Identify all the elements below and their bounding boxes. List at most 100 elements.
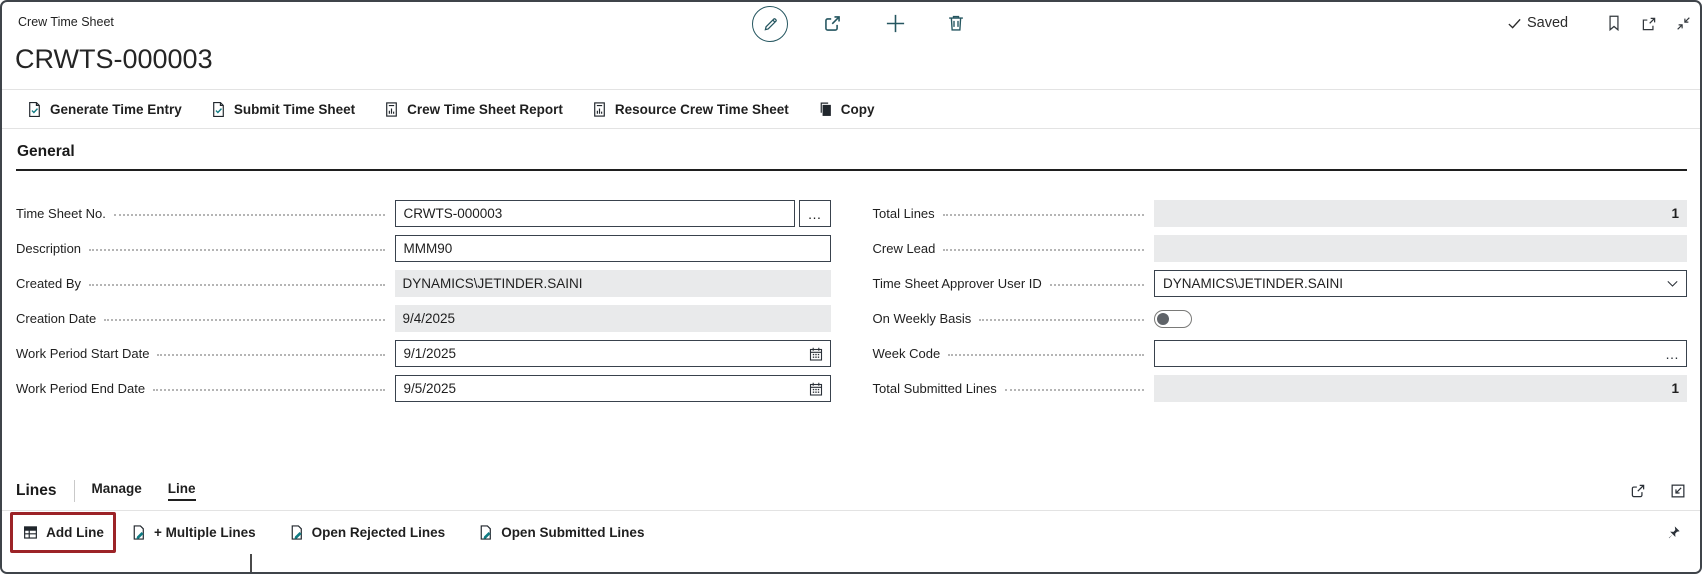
open-submitted-lines-button[interactable]: Open Submitted Lines xyxy=(477,524,644,541)
dotted-leader xyxy=(89,248,385,251)
page-edit-icon xyxy=(133,525,144,540)
field-time-sheet-no: Time Sheet No. … xyxy=(16,200,831,227)
bookmark-icon[interactable] xyxy=(1605,14,1623,32)
chevron-down-icon[interactable] xyxy=(1660,276,1684,291)
tab-line[interactable]: Line xyxy=(167,481,196,501)
on-weekly-basis-toggle[interactable] xyxy=(1154,309,1192,328)
field-time-sheet-approver-user-id: Time Sheet Approver User ID xyxy=(872,270,1687,297)
total-submitted-lines-value: 1 xyxy=(1154,375,1687,402)
dotted-leader xyxy=(113,213,385,216)
action-label: Crew Time Sheet Report xyxy=(407,101,563,117)
add-line-button[interactable]: Add Line xyxy=(10,512,116,553)
dotted-leader xyxy=(942,213,1144,216)
lines-part-header: Lines Manage Line xyxy=(16,478,1687,504)
field-creation-date: Creation Date 9/4/2025 xyxy=(16,305,831,332)
open-window-icon[interactable] xyxy=(1640,15,1658,33)
field-label: Created By xyxy=(16,276,82,291)
edit-pencil-icon[interactable] xyxy=(752,6,788,42)
work-period-start-date-input[interactable] xyxy=(395,341,804,366)
general-fields: Time Sheet No. … Description Created By … xyxy=(16,200,1687,402)
dotted-leader xyxy=(153,388,385,391)
new-plus-icon[interactable] xyxy=(884,12,907,35)
general-right-column: Total Lines 1 Crew Lead Time Sheet Appro… xyxy=(872,200,1688,402)
field-on-weekly-basis: On Weekly Basis xyxy=(873,305,1688,332)
field-created-by: Created By DYNAMICS\JETINDER.SAINI xyxy=(16,270,831,297)
field-crew-lead: Crew Lead xyxy=(873,235,1687,262)
field-label: Work Period Start Date xyxy=(16,346,150,361)
time-sheet-no-input[interactable] xyxy=(394,200,795,227)
field-total-submitted-lines: Total Submitted Lines 1 xyxy=(872,375,1687,402)
delete-trash-icon[interactable] xyxy=(946,13,966,33)
pin-icon[interactable] xyxy=(1665,524,1682,541)
document-check-icon xyxy=(212,101,224,117)
field-label: Time Sheet No. xyxy=(16,206,106,221)
page-edit-icon xyxy=(480,525,492,540)
toggle-knob xyxy=(1157,312,1169,325)
created-by-value: DYNAMICS\JETINDER.SAINI xyxy=(394,270,831,297)
action-label: Open Rejected Lines xyxy=(311,525,446,540)
assist-ellipsis-icon[interactable]: … xyxy=(798,200,831,227)
crew-lead-value xyxy=(1154,235,1687,262)
field-description: Description xyxy=(16,235,831,262)
calendar-icon[interactable] xyxy=(804,381,828,397)
share-icon[interactable] xyxy=(1629,482,1647,500)
dotted-leader xyxy=(89,283,385,286)
action-label: Copy xyxy=(840,101,875,117)
action-label: Generate Time Entry xyxy=(50,101,182,117)
share-icon[interactable] xyxy=(822,13,843,34)
saved-check-icon xyxy=(1508,18,1521,29)
total-lines-value: 1 xyxy=(1154,200,1687,227)
field-label: Total Submitted Lines xyxy=(872,381,997,396)
work-period-end-date-input[interactable] xyxy=(395,376,804,401)
time-sheet-approver-input[interactable] xyxy=(1155,271,1660,296)
field-label: Time Sheet Approver User ID xyxy=(872,276,1042,291)
field-label: Total Lines xyxy=(872,206,935,221)
page-edit-icon xyxy=(291,525,302,540)
field-work-period-end-date: Work Period End Date xyxy=(16,375,831,402)
multiple-lines-button[interactable]: + Multiple Lines xyxy=(130,524,256,541)
crew-time-sheet-window: Crew Time Sheet CRWTS-000003 Saved Gener… xyxy=(0,0,1702,574)
dotted-leader xyxy=(943,248,1144,251)
open-rejected-lines-button[interactable]: Open Rejected Lines xyxy=(288,524,446,541)
tab-manage[interactable]: Manage xyxy=(91,481,141,501)
field-label: Description xyxy=(16,241,82,256)
command-bar: Generate Time Entry Submit Time Sheet Cr… xyxy=(2,90,1700,129)
crew-time-sheet-report-button[interactable]: Crew Time Sheet Report xyxy=(383,101,563,118)
action-label: Submit Time Sheet xyxy=(233,101,356,117)
general-section-heading[interactable]: General xyxy=(17,143,75,161)
field-total-lines: Total Lines 1 xyxy=(872,200,1687,227)
lines-grid-area[interactable] xyxy=(2,554,1700,572)
copy-button[interactable]: Copy xyxy=(817,101,875,118)
resource-crew-time-sheet-button[interactable]: Resource Crew Time Sheet xyxy=(591,101,789,118)
collapse-icon[interactable] xyxy=(1675,15,1692,32)
breadcrumb: Crew Time Sheet xyxy=(18,15,114,29)
lines-action-bar: + Multiple Lines Open Rejected Lines Ope… xyxy=(2,510,1700,554)
save-status: Saved xyxy=(1507,15,1568,31)
calendar-icon[interactable] xyxy=(804,346,828,362)
copy-icon xyxy=(820,102,831,116)
week-code-input[interactable] xyxy=(1155,341,1660,366)
dotted-leader xyxy=(1004,388,1144,391)
assist-ellipsis-icon[interactable]: … xyxy=(1660,346,1684,362)
dotted-leader xyxy=(979,318,1144,321)
action-label: + Multiple Lines xyxy=(154,525,256,540)
dotted-leader xyxy=(104,318,385,321)
tab-divider xyxy=(74,480,76,502)
expand-icon[interactable] xyxy=(1669,482,1687,500)
report-icon xyxy=(594,101,605,117)
generate-time-entry-button[interactable]: Generate Time Entry xyxy=(26,101,182,118)
save-status-label: Saved xyxy=(1527,15,1569,31)
field-label: On Weekly Basis xyxy=(872,311,972,326)
description-input[interactable] xyxy=(394,235,831,262)
field-work-period-start-date: Work Period Start Date xyxy=(16,340,831,367)
dotted-leader xyxy=(1049,283,1144,286)
page-title: CRWTS-000003 xyxy=(15,44,213,74)
field-label: Creation Date xyxy=(16,311,97,326)
dotted-leader xyxy=(948,353,1144,356)
field-label: Work Period End Date xyxy=(16,381,146,396)
lines-heading[interactable]: Lines xyxy=(16,482,56,500)
grid-column-divider xyxy=(250,554,252,572)
add-line-grid-icon xyxy=(24,526,38,539)
document-check-icon xyxy=(29,101,40,117)
submit-time-sheet-button[interactable]: Submit Time Sheet xyxy=(210,101,355,118)
